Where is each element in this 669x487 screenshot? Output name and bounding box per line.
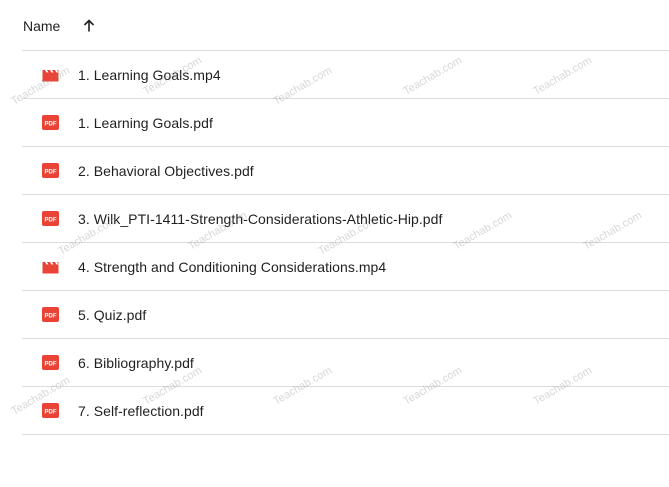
pdf-icon-label: PDF <box>45 169 57 175</box>
file-rows: 1. Learning Goals.mp4 PDF 1. Learning Go… <box>22 51 669 435</box>
pdf-icon-label: PDF <box>45 217 57 223</box>
file-row[interactable]: PDF 2. Behavioral Objectives.pdf <box>22 147 669 195</box>
pdf-file-icon: PDF <box>42 115 59 130</box>
file-name: 3. Wilk_PTI-1411-Strength-Considerations… <box>78 210 443 227</box>
file-name: 5. Quiz.pdf <box>78 306 147 323</box>
pdf-icon-label: PDF <box>45 121 57 127</box>
file-list: Name 1. Learning Goals.mp4 PDF 1. Learni… <box>22 0 669 435</box>
pdf-file-icon: PDF <box>42 403 59 418</box>
file-name: 1. Learning Goals.mp4 <box>78 66 221 83</box>
file-row[interactable]: PDF 6. Bibliography.pdf <box>22 339 669 387</box>
file-row[interactable]: PDF 5. Quiz.pdf <box>22 291 669 339</box>
file-row[interactable]: 1. Learning Goals.mp4 <box>22 51 669 99</box>
pdf-file-icon: PDF <box>42 211 59 226</box>
name-column-header[interactable]: Name <box>23 18 60 34</box>
file-row[interactable]: PDF 7. Self-reflection.pdf <box>22 387 669 435</box>
arrow-up-icon[interactable] <box>80 17 98 35</box>
pdf-file-icon: PDF <box>42 355 59 370</box>
file-name: 4. Strength and Conditioning Considerati… <box>78 258 387 275</box>
file-name: 2. Behavioral Objectives.pdf <box>78 162 254 179</box>
file-name: 6. Bibliography.pdf <box>78 354 194 371</box>
pdf-icon-label: PDF <box>45 361 57 367</box>
file-row[interactable]: 4. Strength and Conditioning Considerati… <box>22 243 669 291</box>
file-row[interactable]: PDF 1. Learning Goals.pdf <box>22 99 669 147</box>
video-file-icon <box>42 67 59 82</box>
file-row[interactable]: PDF 3. Wilk_PTI-1411-Strength-Considerat… <box>22 195 669 243</box>
pdf-file-icon: PDF <box>42 307 59 322</box>
file-name: 1. Learning Goals.pdf <box>78 114 213 131</box>
file-name: 7. Self-reflection.pdf <box>78 402 204 419</box>
video-file-icon <box>42 259 59 274</box>
list-header: Name <box>22 0 669 51</box>
pdf-icon-label: PDF <box>45 409 57 415</box>
pdf-icon-label: PDF <box>45 313 57 319</box>
pdf-file-icon: PDF <box>42 163 59 178</box>
